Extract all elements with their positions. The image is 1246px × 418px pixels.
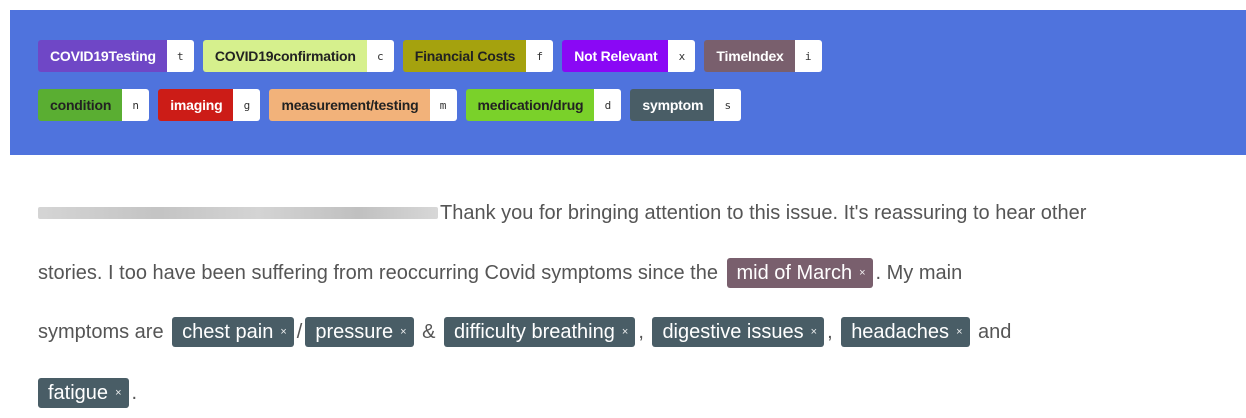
text-span: stories. I too have been suffering from … (38, 262, 724, 284)
label-name: Financial Costs (402, 40, 527, 72)
redacted-text (38, 207, 438, 219)
shortcut-key: x (668, 40, 696, 72)
annotation-text: mid of March (736, 262, 853, 284)
remove-annotation-icon[interactable]: × (622, 317, 628, 347)
label-button-imaging[interactable]: imaging g (158, 89, 261, 121)
annotation-text: headaches (851, 321, 950, 343)
shortcut-key: c (366, 40, 394, 72)
shortcut-key: g (233, 89, 261, 121)
annotation-text: difficulty breathing (454, 321, 615, 343)
label-button-financial-costs[interactable]: Financial Costs f (402, 40, 554, 72)
text-span: and (972, 321, 1012, 343)
label-name: TimeIndex (704, 40, 795, 72)
text-line: symptoms are chest pain × / pressure × &… (38, 317, 1011, 347)
label-name: COVID19confirmation (202, 40, 367, 72)
text-span: / (296, 321, 303, 343)
text-span: , (638, 321, 650, 343)
remove-annotation-icon[interactable]: × (280, 317, 286, 347)
annotation-symptom[interactable]: fatigue × (38, 378, 129, 408)
shortcut-key: t (166, 40, 194, 72)
label-name: imaging (158, 89, 234, 121)
remove-annotation-icon[interactable]: × (400, 317, 406, 347)
label-name: medication/drug (465, 89, 595, 121)
annotation-text: digestive issues (662, 321, 804, 343)
text-line: fatigue × . (38, 378, 137, 408)
label-row-2: condition n imaging g measurement/testing m me… (38, 89, 742, 121)
annotation-symptom[interactable]: digestive issues × (652, 317, 825, 347)
label-name: measurement/testing (269, 89, 430, 121)
remove-annotation-icon[interactable]: × (811, 317, 817, 347)
annotation-text: pressure (315, 321, 394, 343)
annotation-text: chest pain (182, 321, 274, 343)
label-name: Not Relevant (562, 40, 669, 72)
label-button-not-relevant[interactable]: Not Relevant x (562, 40, 696, 72)
label-button-symptom[interactable]: symptom s (630, 89, 742, 121)
label-button-covid19testing[interactable]: COVID19Testing t (38, 40, 194, 72)
text-span: , (827, 321, 839, 343)
annotation-symptom[interactable]: pressure × (305, 317, 414, 347)
text-span: . (131, 382, 138, 404)
text-span: Thank you for bringing attention to this… (440, 202, 1087, 224)
label-toolbar: COVID19Testing t COVID19confirmation c Finan… (10, 10, 1246, 155)
text-span: symptoms are (38, 321, 170, 343)
annotation-symptom[interactable]: headaches × (841, 317, 970, 347)
label-name: condition (38, 89, 123, 121)
shortcut-key: d (594, 89, 622, 121)
label-button-measurement-testing[interactable]: measurement/testing m (269, 89, 457, 121)
annotation-symptom[interactable]: difficulty breathing × (444, 317, 636, 347)
label-button-timeindex[interactable]: TimeIndex i (704, 40, 822, 72)
text-span: & (416, 321, 442, 343)
annotation-timeindex[interactable]: mid of March × (726, 258, 873, 288)
text-line: stories. I too have been suffering from … (38, 258, 962, 288)
label-button-condition[interactable]: condition n (38, 89, 150, 121)
shortcut-key: f (526, 40, 554, 72)
annotation-symptom[interactable]: chest pain × (172, 317, 294, 347)
shortcut-key: m (429, 89, 457, 121)
label-row-1: COVID19Testing t COVID19confirmation c Finan… (38, 40, 822, 72)
label-name: symptom (630, 89, 715, 121)
remove-annotation-icon[interactable]: × (956, 317, 962, 347)
shortcut-key: n (122, 89, 150, 121)
label-button-medication-drug[interactable]: medication/drug d (465, 89, 622, 121)
text-span: . My main (875, 262, 963, 284)
shortcut-key: s (714, 89, 742, 121)
label-button-covid19confirmation[interactable]: COVID19confirmation c (202, 40, 394, 72)
annotation-text: fatigue (48, 382, 109, 404)
remove-annotation-icon[interactable]: × (115, 378, 121, 408)
remove-annotation-icon[interactable]: × (859, 258, 865, 288)
shortcut-key: i (794, 40, 822, 72)
label-name: COVID19Testing (38, 40, 167, 72)
text-line: Thank you for bringing attention to this… (38, 198, 1086, 228)
